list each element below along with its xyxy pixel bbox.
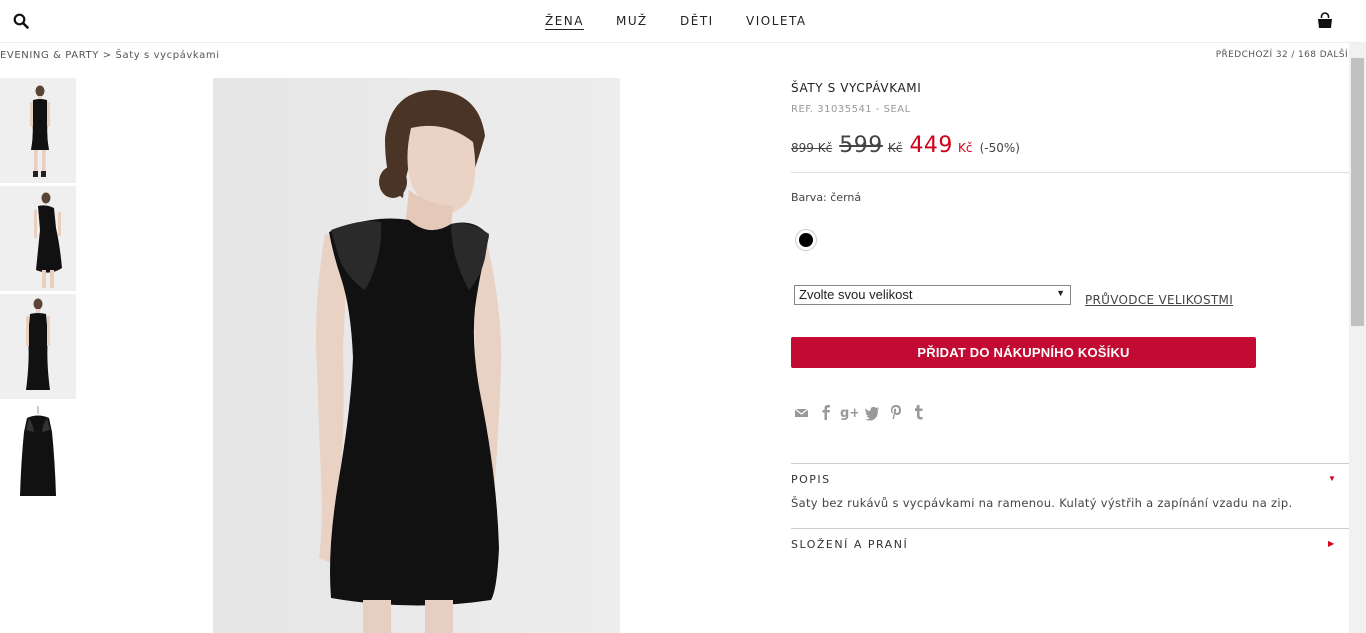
product-info: ŠATY S VYCPÁVKAMI REF. 31035541 - SEAL 8… bbox=[791, 78, 1349, 551]
sale-price: 449 bbox=[909, 133, 953, 158]
facebook-icon[interactable] bbox=[818, 403, 834, 421]
breadcrumb-parent-link[interactable]: EVENING & PARTY bbox=[0, 50, 99, 61]
add-to-cart-button[interactable]: PŘIDAT DO NÁKUPNÍHO KOŠÍKU bbox=[791, 337, 1256, 368]
prev-product-link[interactable]: PŘEDCHOZÍ bbox=[1216, 50, 1273, 60]
thumbnail-side[interactable] bbox=[0, 294, 76, 399]
breadcrumb-current: Šaty s vycpávkami bbox=[115, 50, 220, 61]
tumblr-icon[interactable] bbox=[911, 403, 927, 421]
shopping-bag-icon[interactable] bbox=[1316, 12, 1334, 30]
product-title: ŠATY S VYCPÁVKAMI bbox=[791, 81, 922, 95]
product-description: Šaty bez rukávů s vycpávkami na ramenou.… bbox=[791, 496, 1293, 510]
divider bbox=[791, 172, 1349, 173]
breadcrumb: EVENING & PARTY > Šaty s vycpávkami bbox=[0, 50, 220, 61]
caret-down-icon[interactable]: ▼ bbox=[1328, 474, 1336, 483]
google-plus-icon[interactable]: g+ bbox=[840, 403, 860, 421]
discount-badge: (-50%) bbox=[979, 141, 1020, 155]
color-label: Barva: černá bbox=[791, 191, 862, 204]
price-block: 899 Kč 599 Kč 449 Kč (-50%) bbox=[791, 133, 1020, 158]
composition-accordion-title[interactable]: SLOŽENÍ A PRANÍ bbox=[791, 538, 908, 551]
size-select-value: Zvolte svou velikost bbox=[799, 287, 913, 302]
product-ref: REF. 31035541 - SEAL bbox=[791, 104, 911, 115]
pinterest-icon[interactable] bbox=[888, 403, 904, 421]
divider bbox=[791, 463, 1349, 464]
thumbnail-back[interactable] bbox=[0, 186, 76, 291]
previous-price: 599 bbox=[839, 133, 883, 158]
nav-item-deti[interactable]: DĚTI bbox=[680, 14, 714, 28]
breadcrumb-separator: > bbox=[102, 50, 112, 61]
caret-right-icon[interactable]: ▶ bbox=[1328, 539, 1334, 548]
original-price: 899 Kč bbox=[791, 141, 833, 155]
header: ŽENA MUŽ DĚTI VIOLETA bbox=[0, 0, 1366, 43]
page-scrollbar[interactable] bbox=[1349, 43, 1366, 633]
product-pager: PŘEDCHOZÍ 32 / 168 DALŠÍ bbox=[1216, 50, 1348, 60]
nav-item-muz[interactable]: MUŽ bbox=[616, 14, 648, 28]
previous-price-currency: Kč bbox=[887, 141, 903, 155]
mail-icon[interactable] bbox=[794, 403, 810, 421]
nav-item-zena[interactable]: ŽENA bbox=[545, 14, 584, 30]
thumbnail-front[interactable] bbox=[0, 78, 76, 183]
twitter-icon[interactable] bbox=[864, 403, 880, 421]
sale-price-currency: Kč bbox=[958, 141, 973, 155]
divider bbox=[791, 528, 1349, 529]
svg-text:g+: g+ bbox=[840, 406, 858, 421]
next-product-link[interactable]: DALŠÍ bbox=[1320, 50, 1348, 60]
thumbnail-flat[interactable] bbox=[0, 402, 76, 507]
color-swatch-black[interactable] bbox=[795, 229, 817, 251]
size-select[interactable]: Zvolte svou velikost ▼ bbox=[794, 285, 1071, 305]
pager-position: 32 / 168 bbox=[1275, 50, 1317, 60]
description-accordion-title[interactable]: POPIS bbox=[791, 473, 831, 486]
main-nav: ŽENA MUŽ DĚTI VIOLETA bbox=[0, 0, 1366, 43]
swatch-fill bbox=[799, 233, 813, 247]
scrollbar-thumb[interactable] bbox=[1351, 58, 1364, 326]
main-product-image[interactable] bbox=[213, 78, 620, 633]
size-guide-link[interactable]: PRŮVODCE VELIKOSTMI bbox=[1085, 293, 1233, 307]
nav-item-violeta[interactable]: VIOLETA bbox=[746, 14, 807, 28]
thumbnail-gallery bbox=[0, 78, 76, 510]
chevron-down-icon: ▼ bbox=[1056, 288, 1065, 298]
